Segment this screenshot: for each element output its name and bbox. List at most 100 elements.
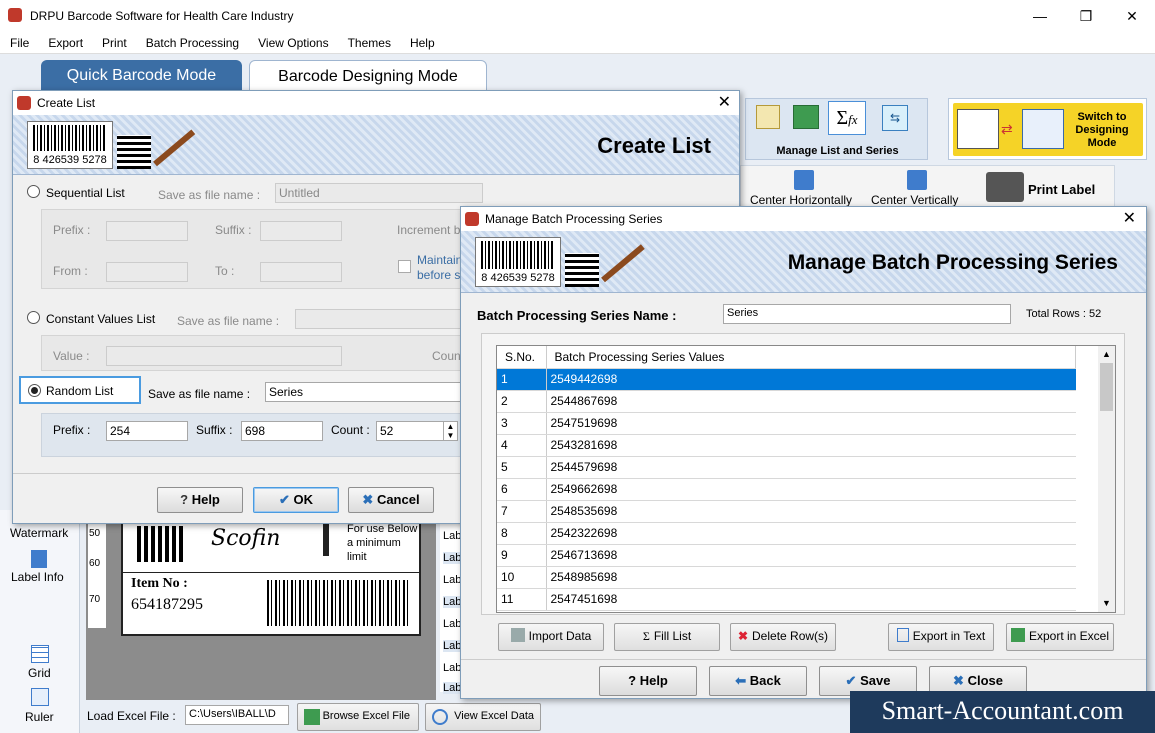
random-suffix-field[interactable]: 698 [241, 421, 323, 441]
center-horizontally-label[interactable]: Center Horizontally [750, 193, 852, 207]
ruler-tool[interactable]: Ruler [25, 710, 54, 724]
label-info-icon[interactable] [31, 550, 47, 568]
table-row[interactable]: 5 2544579698 [497, 456, 1076, 479]
row-value-cell[interactable]: 2544579698 [546, 456, 1076, 479]
minimize-button[interactable]: — [1017, 0, 1063, 32]
print-label-button[interactable]: Print Label [1028, 182, 1095, 197]
table-row[interactable]: 3 2547519698 [497, 412, 1076, 435]
sequential-list-radio[interactable] [27, 185, 40, 201]
row-sno-cell[interactable]: 7 [497, 500, 547, 523]
grid-tool[interactable]: Grid [28, 666, 51, 680]
maximize-button[interactable]: ❐ [1063, 0, 1109, 32]
row-sno-cell[interactable]: 6 [497, 478, 547, 501]
import-data-button[interactable]: Import Data [498, 623, 604, 651]
delete-rows-button[interactable]: ✖ Delete Row(s) [730, 623, 836, 651]
constant-list-label[interactable]: Constant Values List [46, 312, 155, 326]
switch-designing-button[interactable]: ⇄ Switch to Designing Mode [948, 98, 1147, 160]
row-value-cell[interactable]: 2548985698 [546, 566, 1076, 589]
row-value-cell[interactable]: 2544867698 [546, 390, 1076, 413]
center-vertically-label[interactable]: Center Vertically [871, 193, 958, 207]
count-spinner[interactable]: ▲ ▼ [443, 422, 457, 440]
tab-quick-barcode-mode[interactable]: Quick Barcode Mode [41, 60, 242, 92]
menu-help[interactable]: Help [400, 32, 444, 50]
random-prefix-field[interactable]: 254 [106, 421, 188, 441]
label-list-item[interactable]: Lab [443, 530, 461, 542]
tab-barcode-designing-mode[interactable]: Barcode Designing Mode [249, 60, 487, 92]
label-info-tool[interactable]: Label Info [11, 570, 64, 584]
scroll-down-icon[interactable]: ▼ [1098, 595, 1115, 612]
random-list-radio[interactable] [28, 384, 41, 397]
menu-file[interactable]: File [0, 32, 38, 50]
label-list-item[interactable]: Lab [443, 682, 462, 694]
grid-icon[interactable] [31, 645, 49, 663]
fill-list-button[interactable]: Σ Fill List [614, 623, 720, 651]
row-value-cell[interactable]: 2547451698 [546, 588, 1076, 611]
row-value-cell[interactable]: 2549442698 [546, 368, 1076, 391]
table-row[interactable]: 9 2546713698 [497, 544, 1076, 567]
label-preview[interactable]: Scofin For use Below a minimum limit Ite… [121, 520, 421, 636]
row-value-cell[interactable]: 2543281698 [546, 434, 1076, 457]
label-list-item[interactable]: Lab [443, 618, 461, 630]
row-sno-cell[interactable]: 10 [497, 566, 547, 589]
random-list-option[interactable]: Random List [19, 376, 141, 404]
seq-to-field[interactable] [260, 262, 342, 282]
const-save-as-field[interactable] [295, 309, 465, 329]
random-save-as-field[interactable]: Series [265, 382, 461, 402]
column-header-values[interactable]: Batch Processing Series Values [546, 346, 1076, 369]
value-field[interactable] [106, 346, 342, 366]
row-sno-cell[interactable]: 5 [497, 456, 547, 479]
printer-icon[interactable] [986, 172, 1024, 202]
export-text-button[interactable]: Export in Text [888, 623, 994, 651]
row-sno-cell[interactable]: 9 [497, 544, 547, 567]
row-value-cell[interactable]: 2542322698 [546, 522, 1076, 545]
series-name-field[interactable]: Series [723, 304, 1011, 324]
scroll-thumb[interactable] [1100, 363, 1113, 411]
seq-suffix-field[interactable] [260, 221, 342, 241]
back-button[interactable]: ⬅ Back [709, 666, 807, 696]
row-value-cell[interactable]: 2549662698 [546, 478, 1076, 501]
table-row[interactable]: 2 2544867698 [497, 390, 1076, 413]
close-window-button[interactable]: ✕ [1109, 0, 1155, 32]
table-row[interactable]: 7 2548535698 [497, 500, 1076, 523]
table-row[interactable]: 6 2549662698 [497, 478, 1076, 501]
label-list-item[interactable]: Lab [443, 662, 461, 674]
table-row[interactable]: 10 2548985698 [497, 566, 1076, 589]
table-row[interactable]: 8 2542322698 [497, 522, 1076, 545]
menu-export[interactable]: Export [38, 32, 92, 50]
row-sno-cell[interactable]: 2 [497, 390, 547, 413]
sequential-list-label[interactable]: Sequential List [46, 186, 125, 200]
row-value-cell[interactable]: 2547519698 [546, 412, 1076, 435]
center-vertically-icon[interactable] [907, 170, 927, 190]
view-excel-button[interactable]: View Excel Data [425, 703, 541, 731]
ruler-icon[interactable] [31, 688, 49, 706]
seq-prefix-field[interactable] [106, 221, 188, 241]
table-row[interactable]: 4 2543281698 [497, 434, 1076, 457]
row-sno-cell[interactable]: 8 [497, 522, 547, 545]
table-row[interactable]: 1 2549442698 [497, 368, 1076, 391]
constant-list-radio[interactable] [27, 311, 40, 327]
row-value-cell[interactable]: 2546713698 [546, 544, 1076, 567]
label-list-item[interactable]: Lab [443, 640, 462, 652]
center-horizontally-icon[interactable] [794, 170, 814, 190]
browse-excel-button[interactable]: Browse Excel File [297, 703, 419, 731]
row-sno-cell[interactable]: 11 [497, 588, 547, 611]
export-excel-button[interactable]: Export in Excel [1006, 623, 1114, 651]
close-icon[interactable]: ✕ [718, 91, 731, 115]
row-value-cell[interactable]: 2548535698 [546, 500, 1076, 523]
watermark-tool[interactable]: Watermark [10, 526, 68, 540]
label-list-item[interactable]: Lab [443, 574, 461, 586]
menu-batch-processing[interactable]: Batch Processing [136, 32, 248, 50]
edit-icon[interactable] [756, 105, 780, 129]
menu-view-options[interactable]: View Options [248, 32, 337, 50]
create-help-button[interactable]: ? Help [157, 487, 243, 513]
label-list-item[interactable]: Lab [443, 552, 462, 564]
scroll-up-icon[interactable]: ▲ [1098, 346, 1115, 363]
maintain-checkbox[interactable] [398, 260, 411, 273]
row-sno-cell[interactable]: 4 [497, 434, 547, 457]
formula-icon[interactable]: Σfx [828, 101, 866, 135]
label-list-item[interactable]: Lab [443, 596, 462, 608]
table-scrollbar[interactable]: ▲ ▼ [1098, 346, 1115, 612]
ok-button[interactable]: ✔ OK [253, 487, 339, 513]
column-header-sno[interactable]: S.No. [497, 346, 547, 369]
seq-save-as-field[interactable]: Untitled [275, 183, 483, 203]
